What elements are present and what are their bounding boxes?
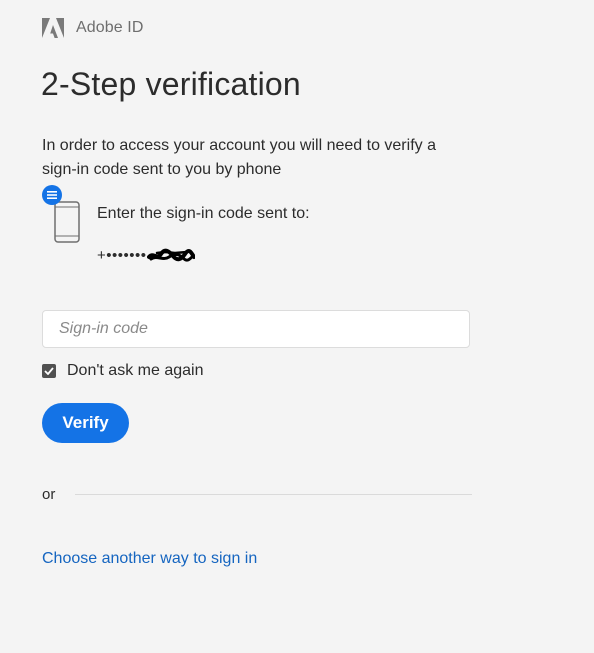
redaction-scribble [146,248,195,262]
remember-checkbox[interactable] [42,364,56,378]
intro-text: In order to access your account you will… [42,137,436,178]
sign-in-code-input[interactable] [42,310,470,348]
remember-checkbox-row[interactable]: Don't ask me again [42,362,203,380]
choose-another-way-link[interactable]: Choose another way to sign in [42,550,257,568]
phone-number: +••••••• [97,247,195,264]
adobe-logo-icon [42,18,64,38]
menu-lines-icon [47,191,57,199]
verify-button[interactable]: Verify [42,403,129,443]
brand-name: Adobe ID [76,19,144,36]
menu-icon[interactable] [42,185,62,205]
brand-header: Adobe ID [42,18,144,38]
phone-block: Enter the sign-in code sent to: +••••••• [42,185,442,265]
checkmark-icon [44,367,54,375]
page-title: 2-Step verification [41,66,301,102]
mobile-phone-icon [54,201,80,243]
or-divider: or [42,486,472,503]
masked-phone-number: +••••••• [97,247,147,264]
remember-checkbox-label[interactable]: Don't ask me again [67,362,203,380]
enter-code-text: Enter the sign-in code sent to: [97,205,310,222]
divider-or-label: or [42,486,56,503]
divider-line [75,494,472,495]
